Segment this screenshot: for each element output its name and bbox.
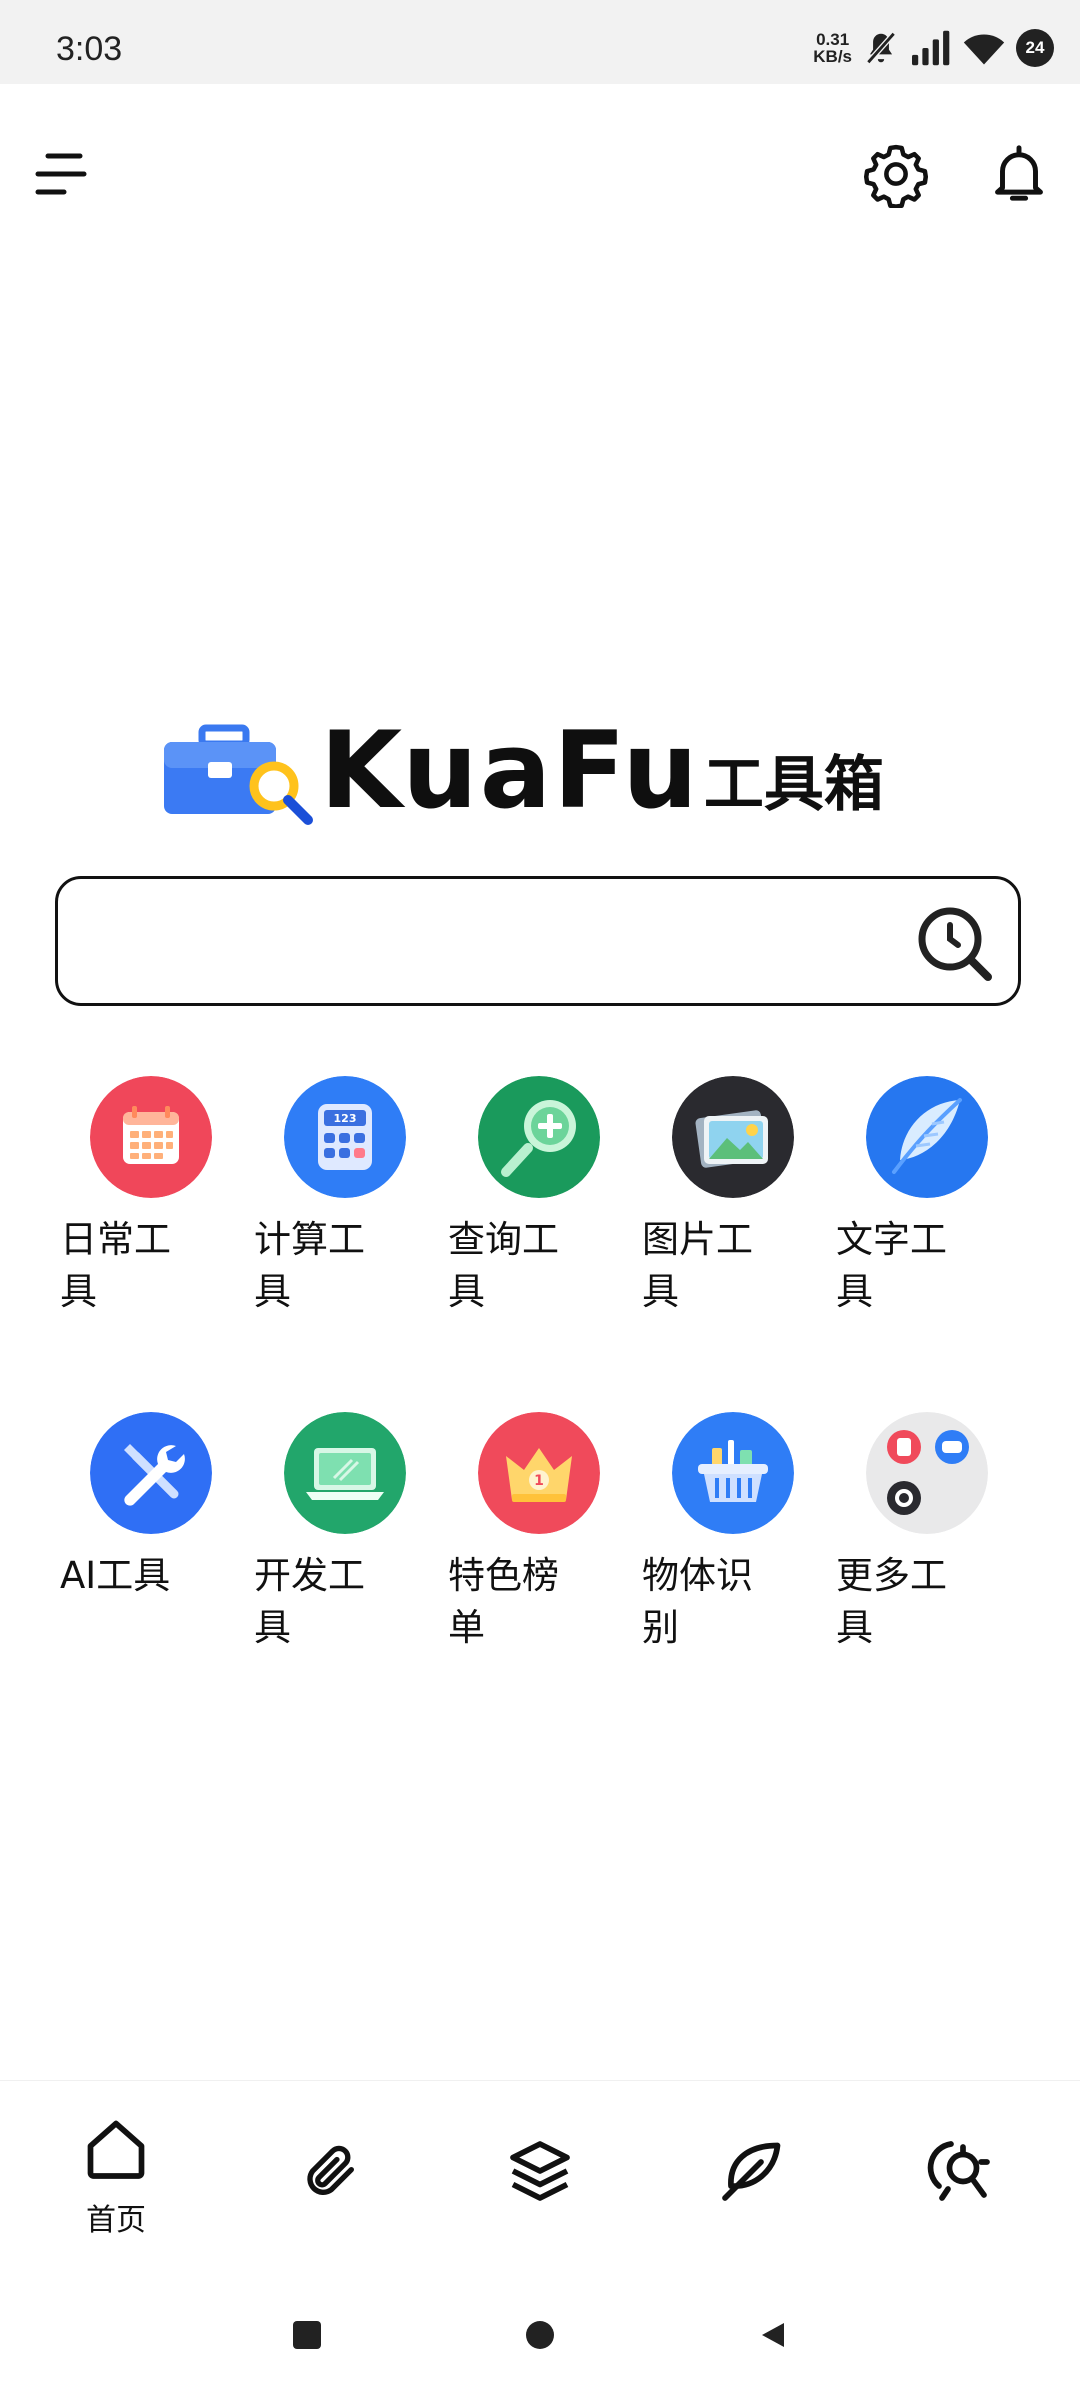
svg-text:123: 123 xyxy=(334,1112,357,1125)
network-speed-value: 0.31 xyxy=(816,30,850,49)
nav-layers[interactable] xyxy=(480,2135,600,2207)
svg-text:1: 1 xyxy=(534,1473,544,1489)
calendar-icon xyxy=(90,1076,212,1198)
tool-label: 计算工具 xyxy=(254,1218,365,1313)
top-app-bar xyxy=(0,84,1080,264)
signal-icon xyxy=(912,30,950,66)
bottom-navigation: 首页 xyxy=(0,2080,1080,2271)
nav-home-label: 首页 xyxy=(86,2203,146,2238)
tool-photo[interactable]: 图片工具 xyxy=(642,1076,794,1318)
battery-indicator: 24 xyxy=(1016,29,1054,67)
logo-suffix-text: 工具箱 xyxy=(703,749,884,820)
crown-icon: 1 xyxy=(478,1412,600,1534)
nav-profile[interactable] xyxy=(900,2135,1020,2207)
tool-daily[interactable]: 日常工具 xyxy=(60,1076,212,1318)
logo-brand-text: KuaFu xyxy=(320,709,700,832)
nav-home[interactable]: 首页 xyxy=(56,2113,176,2239)
recents-button[interactable] xyxy=(292,2320,322,2350)
feather-icon xyxy=(866,1076,988,1198)
app-logo: KuaFu 工具箱 xyxy=(162,716,922,826)
tool-object[interactable]: 物体识别 xyxy=(642,1412,794,1654)
status-bar: 3:03 0.31 KB/s 24 xyxy=(0,0,1080,84)
nav-discover[interactable] xyxy=(692,2135,812,2207)
tool-label: 物体识别 xyxy=(642,1554,753,1649)
settings-button[interactable] xyxy=(862,140,930,209)
paperclip-icon xyxy=(307,2145,354,2195)
tool-more[interactable]: 更多工具 xyxy=(836,1412,988,1654)
menu-button[interactable] xyxy=(30,142,94,206)
tools-icon xyxy=(927,2141,990,2201)
tool-dev[interactable]: 开发工具 xyxy=(254,1412,406,1654)
mute-icon xyxy=(866,31,896,65)
tool-label: 文字工具 xyxy=(836,1218,947,1313)
system-navigation-bar xyxy=(0,2280,1080,2400)
laptop-icon xyxy=(284,1412,406,1534)
calculator-icon: 123 xyxy=(284,1076,406,1198)
wifi-icon xyxy=(963,34,1005,65)
nav-attachments[interactable] xyxy=(270,2139,390,2203)
status-time: 3:03 xyxy=(56,30,123,68)
home-icon xyxy=(87,2120,145,2179)
search-bar xyxy=(55,876,1021,1006)
tool-text[interactable]: 文字工具 xyxy=(836,1076,988,1318)
notifications-button[interactable] xyxy=(986,140,1052,208)
bell-icon xyxy=(995,145,1043,201)
back-button[interactable] xyxy=(758,2320,788,2350)
circle-icon xyxy=(526,2321,554,2349)
menu-icon xyxy=(35,153,87,195)
photo-icon xyxy=(672,1076,794,1198)
tool-label: 特色榜单 xyxy=(448,1554,559,1649)
layers-icon xyxy=(510,2141,570,2201)
more-apps-icon xyxy=(866,1412,988,1534)
tool-label: 图片工具 xyxy=(642,1218,753,1313)
gear-icon xyxy=(863,144,929,209)
tool-label: 开发工具 xyxy=(254,1554,365,1649)
tool-ai[interactable]: AI工具 xyxy=(60,1412,212,1602)
tool-rank[interactable]: 1 特色榜单 xyxy=(448,1412,600,1654)
magnifier-plus-icon xyxy=(478,1076,600,1198)
square-icon xyxy=(293,2321,321,2349)
basket-icon xyxy=(672,1412,794,1534)
network-speed-unit: KB/s xyxy=(813,47,852,66)
search-input[interactable] xyxy=(82,899,926,985)
home-system-button[interactable] xyxy=(525,2320,555,2350)
status-icons: 0.31 KB/s 24 xyxy=(813,28,1054,68)
tool-label: 日常工具 xyxy=(60,1218,171,1313)
search-icon xyxy=(918,907,992,981)
wrench-screwdriver-icon xyxy=(90,1412,212,1534)
tool-label: 查询工具 xyxy=(448,1218,559,1313)
toolbox-icon xyxy=(164,724,313,825)
tool-query[interactable]: 查询工具 xyxy=(448,1076,600,1318)
tool-calculator[interactable]: 123 计算工具 xyxy=(254,1076,406,1318)
leaf-icon xyxy=(722,2142,781,2201)
network-speed: 0.31 KB/s xyxy=(813,31,852,65)
triangle-back-icon xyxy=(762,2323,784,2347)
search-button[interactable] xyxy=(912,901,996,985)
tool-label: AI工具 xyxy=(60,1554,171,1597)
tool-label: 更多工具 xyxy=(836,1554,947,1649)
